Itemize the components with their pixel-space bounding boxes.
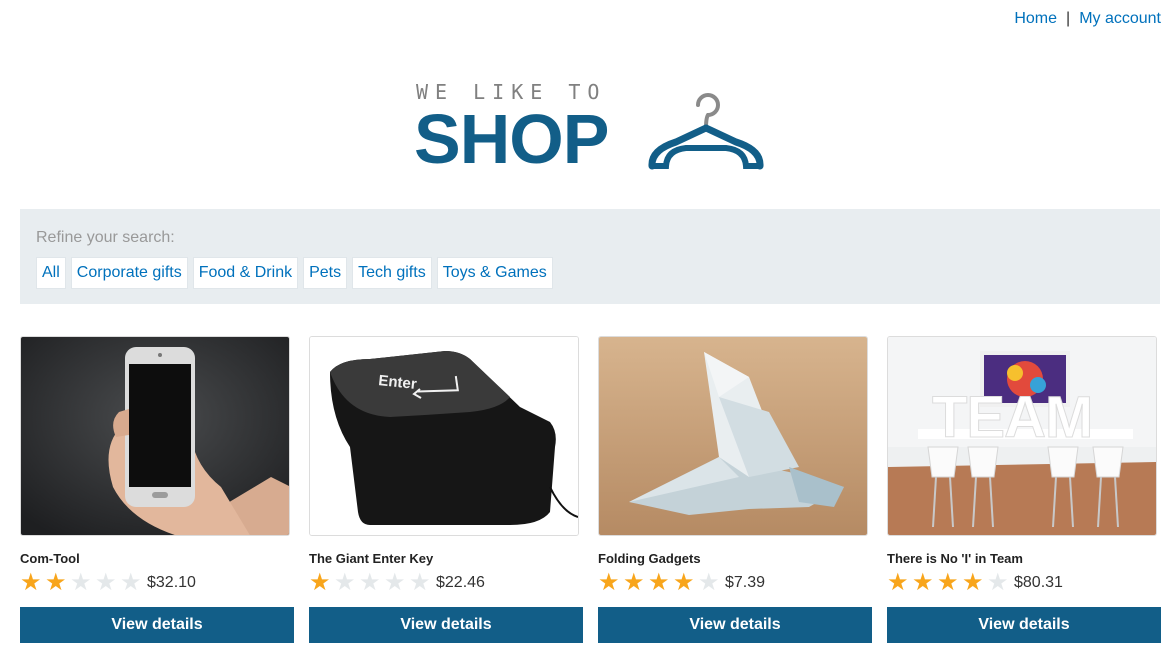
product-card: TEAM There is No 'I' in Team ★ ★ ★ ★ ★ $80.3… [887,336,1161,643]
hanger-icon [648,93,764,170]
star-icon: ★ [987,569,1009,596]
star-rating: ★ ★ ★ ★ ★ [598,571,723,595]
star-rating: ★ ★ ★ ★ ★ [20,571,145,595]
team-letters-image: TEAM [888,337,1156,535]
enter-key-image: Enter [310,337,578,535]
product-rating: ★ ★ ★ ★ ★ $22.46 [309,571,579,595]
star-rating: ★ ★ ★ ★ ★ [309,571,434,595]
product-name: Com-Tool [20,551,80,566]
refine-search-panel: Refine your search: All Corporate gifts … [20,209,1160,304]
product-name: Folding Gadgets [598,551,701,566]
view-details-button[interactable]: View details [309,607,583,643]
logo-word: SHOP [414,100,609,178]
product-image-origami[interactable] [598,336,868,536]
star-icon: ★ [120,569,142,596]
filter-all[interactable]: All [36,257,66,289]
star-icon: ★ [334,569,356,596]
star-icon: ★ [648,569,670,596]
filter-pets[interactable]: Pets [303,257,348,289]
star-icon: ★ [384,569,406,596]
team-letters-label: TEAM [932,385,1092,450]
product-card: Enter The Giant Enter Key ★ ★ ★ ★ ★ $22.46 V… [309,336,583,643]
shop-logo[interactable]: WE LIKE TO SHOP [414,78,774,178]
product-rating: ★ ★ ★ ★ ★ $7.39 [598,571,868,595]
product-rating: ★ ★ ★ ★ ★ $80.31 [887,571,1157,595]
star-icon: ★ [45,569,67,596]
product-card: Com-Tool ★ ★ ★ ★ ★ $32.10 View details [20,336,294,643]
star-icon: ★ [20,569,42,596]
product-name: The Giant Enter Key [309,551,434,566]
product-rating: ★ ★ ★ ★ ★ $32.10 [20,571,290,595]
product-price: $32.10 [147,574,196,591]
star-icon: ★ [359,569,381,596]
filter-toys-games[interactable]: Toys & Games [436,257,553,289]
star-icon: ★ [409,569,431,596]
star-icon: ★ [698,569,720,596]
filter-corporate-gifts[interactable]: Corporate gifts [70,257,188,289]
star-icon: ★ [912,569,934,596]
product-price: $80.31 [1014,574,1063,591]
my-account-link[interactable]: My account [1079,10,1161,27]
star-icon: ★ [887,569,909,596]
nav-separator: | [1066,10,1071,27]
star-icon: ★ [70,569,92,596]
view-details-button[interactable]: View details [20,607,294,643]
phone-in-hand-image [21,337,289,535]
filter-list: All Corporate gifts Food & Drink Pets Te… [36,257,1144,289]
star-icon: ★ [673,569,695,596]
star-icon: ★ [937,569,959,596]
star-icon: ★ [962,569,984,596]
product-name: There is No 'I' in Team [887,551,1023,566]
product-card: Folding Gadgets ★ ★ ★ ★ ★ $7.39 View details [598,336,872,643]
home-link[interactable]: Home [1014,10,1057,27]
origami-bird-image [599,337,867,535]
star-rating: ★ ★ ★ ★ ★ [887,571,1012,595]
star-icon: ★ [598,569,620,596]
star-icon: ★ [623,569,645,596]
filter-tech-gifts[interactable]: Tech gifts [352,257,432,289]
view-details-button[interactable]: View details [887,607,1161,643]
view-details-button[interactable]: View details [598,607,872,643]
product-image-team[interactable]: TEAM [887,336,1157,536]
refine-label: Refine your search: [36,229,175,246]
product-price: $22.46 [436,574,485,591]
product-image-enter-key[interactable]: Enter [309,336,579,536]
filter-food-drink[interactable]: Food & Drink [192,257,299,289]
product-grid: Com-Tool ★ ★ ★ ★ ★ $32.10 View details Enter… [20,336,1161,643]
product-price: $7.39 [725,574,766,591]
top-nav: Home | My account [1014,10,1161,28]
star-icon: ★ [309,569,331,596]
star-icon: ★ [95,569,117,596]
product-image-phone[interactable] [20,336,290,536]
